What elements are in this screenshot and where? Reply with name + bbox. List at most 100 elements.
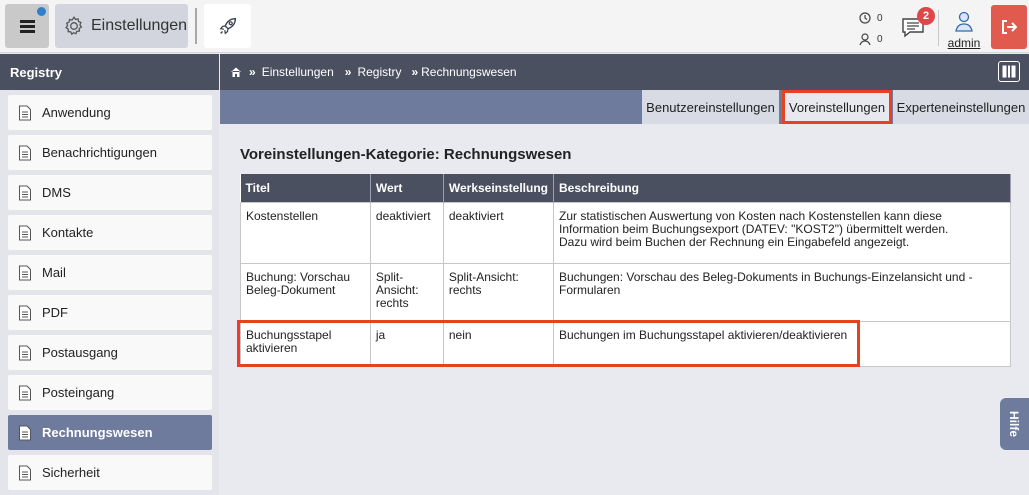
- user-name-link[interactable]: admin: [946, 36, 982, 50]
- cell-text: ja: [375, 327, 386, 342]
- home-icon[interactable]: [230, 66, 242, 78]
- rocket-icon: [219, 17, 236, 35]
- sidebar-item-anwendung[interactable]: Anwendung: [8, 95, 212, 130]
- cell-text: Dazu wird beim Buchen der Rechnung ein E…: [559, 234, 910, 249]
- breadcrumb-separator: »: [249, 65, 256, 79]
- cell-beschreibung: Buchungen: Vorschau des Beleg-Dokuments …: [553, 262, 1011, 322]
- cell-text: Buchungen im Buchungsstapel aktivieren/d…: [559, 327, 848, 342]
- help-button[interactable]: Hilfe: [1000, 398, 1029, 450]
- panel-toggle-button[interactable]: [998, 61, 1020, 82]
- table-row[interactable]: Buchungsstapel aktivieren ja nein Buchun…: [240, 320, 1011, 367]
- breadcrumb-item-einstellungen[interactable]: Einstellungen: [262, 65, 334, 79]
- column-header-beschreibung[interactable]: Beschreibung: [553, 174, 1011, 202]
- cell-text: rechts: [448, 282, 482, 297]
- document-icon: [18, 265, 32, 281]
- hamburger-menu-button[interactable]: [5, 4, 49, 48]
- main-content: Voreinstellungen-Kategorie: Rechnungswes…: [220, 124, 1029, 495]
- sidebar-item-mail[interactable]: Mail: [8, 255, 212, 290]
- settings-button[interactable]: Einstellungen: [55, 4, 188, 48]
- sidebar-title: Registry: [0, 54, 219, 90]
- column-header-titel[interactable]: Titel: [240, 174, 371, 202]
- cell-text: Formularen: [559, 282, 621, 297]
- user-menu[interactable]: admin: [946, 10, 982, 50]
- sidebar-item-sicherheit[interactable]: Sicherheit: [8, 455, 212, 490]
- document-icon: [18, 225, 32, 241]
- settings-label: Einstellungen: [91, 17, 188, 34]
- cell-wert[interactable]: deaktiviert: [369, 201, 444, 264]
- page-title: Voreinstellungen-Kategorie: Rechnungswes…: [240, 146, 572, 163]
- sidebar-item-label: PDF: [42, 305, 68, 320]
- sidebar-item-kontakte[interactable]: Kontakte: [8, 215, 212, 250]
- sidebar-item-dms[interactable]: DMS: [8, 175, 212, 210]
- cell-text: Split-Ansicht:: [448, 269, 519, 284]
- settings-table: Titel Wert Werkseinstellung Beschreibung…: [240, 174, 1011, 367]
- user-clock-icon: [858, 32, 872, 46]
- cell-werkseinstellung: nein: [442, 320, 555, 367]
- sidebar-item-label: Sicherheit: [42, 465, 100, 480]
- table-header-row: Titel Wert Werkseinstellung Beschreibung: [240, 174, 1011, 202]
- cell-titel: Buchungsstapel aktivieren: [240, 320, 371, 367]
- gear-icon: [65, 16, 83, 36]
- cell-text: Buchungsstapel: [246, 327, 332, 342]
- cell-text: deaktiviert: [375, 208, 431, 223]
- document-icon: [18, 105, 32, 121]
- document-icon: [18, 425, 32, 441]
- history-icon: [858, 11, 872, 25]
- sidebar-item-label: Kontakte: [42, 225, 94, 240]
- cell-text: Kostenstellen: [246, 208, 319, 223]
- counter-1[interactable]: 0: [858, 10, 883, 26]
- cell-text: rechts: [375, 295, 409, 310]
- cell-wert[interactable]: Split- Ansicht: rechts: [369, 262, 444, 322]
- cell-text: nein: [448, 327, 472, 342]
- sidebar-item-posteingang[interactable]: Posteingang: [8, 375, 212, 410]
- column-header-wert[interactable]: Wert: [370, 174, 444, 202]
- sidebar-item-label: Postausgang: [42, 345, 118, 360]
- document-icon: [18, 465, 32, 481]
- sidebar-item-label: Benachrichtigungen: [42, 145, 157, 160]
- breadcrumb-item-registry[interactable]: Registry: [357, 65, 401, 79]
- cell-text: Zur statistischen Auswertung von Kosten …: [559, 208, 942, 223]
- sidebar-item-label: Mail: [42, 265, 66, 280]
- cell-text: deaktiviert: [448, 208, 504, 223]
- table-row[interactable]: Buchung: Vorschau Beleg-Dokument Split- …: [240, 262, 1011, 322]
- sidebar-item-pdf[interactable]: PDF: [8, 295, 212, 330]
- table-row[interactable]: Kostenstellen deaktiviert deaktiviert Zu…: [240, 201, 1011, 264]
- sidebar-item-label: DMS: [42, 185, 71, 200]
- breadcrumb: » Einstellungen » Registry » Rechnungswe…: [220, 54, 1029, 90]
- user-icon: [955, 11, 973, 32]
- cell-titel: Kostenstellen: [240, 201, 371, 264]
- document-icon: [18, 145, 32, 161]
- settings-tabs: Benutzereinstellungen Voreinstellungen E…: [220, 90, 1029, 124]
- messages-badge: 2: [917, 7, 935, 25]
- cell-wert[interactable]: ja: [369, 320, 444, 367]
- cell-text: Buchung: Vorschau: [246, 269, 351, 284]
- tab-benutzereinstellungen[interactable]: Benutzereinstellungen: [642, 90, 779, 124]
- column-header-werkseinstellung[interactable]: Werkseinstellung: [443, 174, 555, 202]
- tab-experteneinstellungen[interactable]: Experteneinstellungen: [893, 90, 1029, 124]
- quickstart-button[interactable]: [204, 4, 251, 48]
- sidebar-item-benachrichtigungen[interactable]: Benachrichtigungen: [8, 135, 212, 170]
- cell-beschreibung: Zur statistischen Auswertung von Kosten …: [553, 201, 1011, 264]
- counter-2-value: 0: [877, 33, 883, 45]
- cell-werkseinstellung: deaktiviert: [442, 201, 555, 264]
- logout-button[interactable]: [991, 5, 1027, 49]
- document-icon: [18, 185, 32, 201]
- sidebar-item-postausgang[interactable]: Postausgang: [8, 335, 212, 370]
- cell-text: Buchungen: Vorschau des Beleg-Dokuments …: [559, 269, 973, 284]
- help-label: Hilfe: [1007, 410, 1022, 438]
- cell-text: Information beim Buchungsexport (DATEV: …: [559, 221, 949, 236]
- cell-beschreibung: Buchungen im Buchungsstapel aktivieren/d…: [553, 320, 1011, 367]
- sidebar: Anwendung Benachrichtigungen DMS Kontakt…: [0, 90, 219, 495]
- tab-voreinstellungen[interactable]: Voreinstellungen: [782, 90, 892, 124]
- sidebar-item-rechnungswesen[interactable]: Rechnungswesen: [8, 415, 212, 450]
- cell-text: Ansicht:: [375, 282, 419, 297]
- breadcrumb-item-rechnungswesen: Rechnungswesen: [421, 65, 517, 79]
- columns-icon: [1002, 65, 1016, 78]
- menu-icon: [19, 19, 35, 33]
- counter-2[interactable]: 0: [858, 31, 883, 47]
- counter-1-value: 0: [877, 12, 883, 24]
- cell-text: aktivieren: [246, 340, 298, 355]
- cell-titel: Buchung: Vorschau Beleg-Dokument: [240, 262, 371, 322]
- logout-icon: [1002, 20, 1018, 34]
- document-icon: [18, 305, 32, 321]
